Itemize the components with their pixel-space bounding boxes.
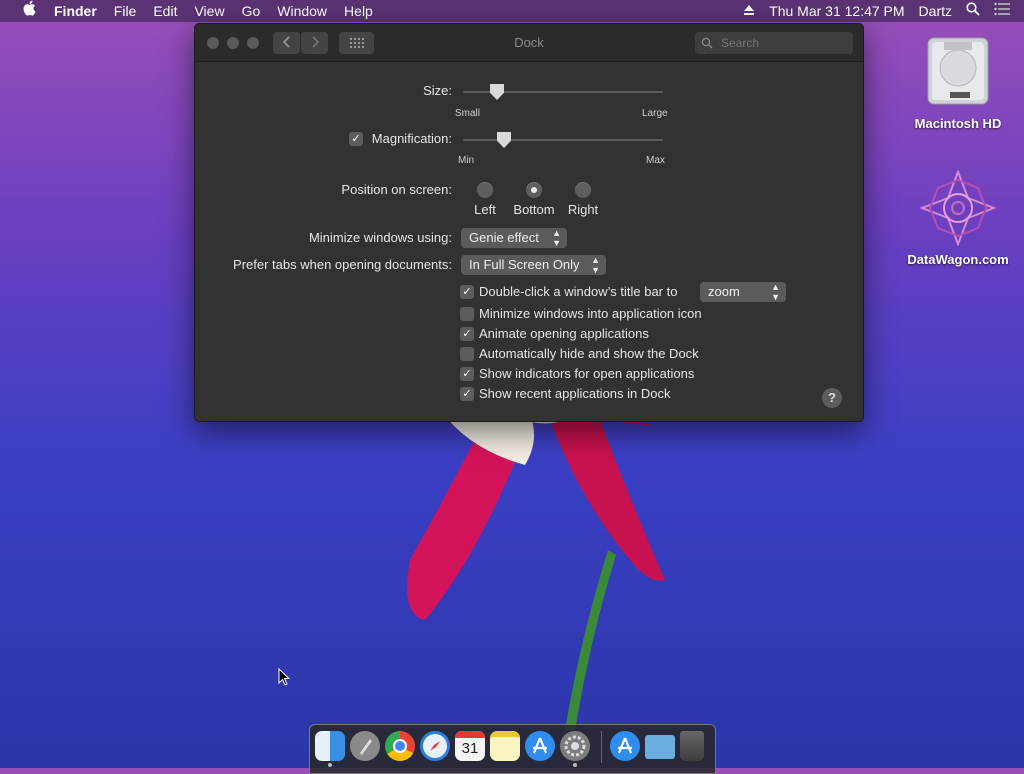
dock-finder-icon[interactable] [315,731,345,761]
dock-launchpad-icon[interactable] [350,731,380,761]
dock-safari-icon[interactable] [420,731,450,761]
position-bottom-radio[interactable] [526,182,542,198]
calendar-date-text: 31 [461,740,479,757]
dock-separator [601,731,602,763]
desktop-icon-label: Macintosh HD [914,116,1002,131]
apple-logo-icon[interactable] [18,0,40,23]
menu-go[interactable]: Go [242,0,261,22]
minimize-effect-value: Genie effect [469,230,539,245]
minimize-into-icon-label: Minimize windows into application icon [479,306,702,321]
minimize-into-icon-checkbox[interactable] [460,307,474,321]
dock-chrome-icon[interactable] [385,731,415,761]
autohide-dock-label: Automatically hide and show the Dock [479,346,699,361]
spotlight-search-icon[interactable] [966,0,980,22]
dock-notes-icon[interactable] [490,731,520,761]
hard-drive-icon [920,34,996,110]
double-click-checkbox[interactable]: ✓ [460,285,474,299]
position-label: Position on screen: [341,182,452,197]
prefer-tabs-value: In Full Screen Only [469,257,580,272]
desktop-icon-datawagon[interactable]: DataWagon.com [903,169,1013,267]
magnification-max-label: Max [646,155,665,166]
menu-bar: Finder File Edit View Go Window Help Thu… [0,0,1024,22]
dock-trash-icon[interactable] [680,731,704,761]
window-titlebar: Dock [195,24,863,62]
dock-preferences-window: Dock Size: Small Large ✓ Magnification: … [194,23,864,422]
minimize-using-label: Minimize windows using: [308,230,452,245]
popup-arrows-icon: ▲ ▼ [771,282,780,302]
mandala-graphic-icon [919,169,997,247]
desktop-icon-macintosh-hd[interactable]: Macintosh HD [903,34,1013,131]
size-label: Size: [423,83,452,98]
position-right-label: Right [567,202,599,217]
running-indicator [573,763,577,767]
menu-app-name[interactable]: Finder [54,0,97,22]
eject-icon[interactable] [743,0,755,22]
search-field[interactable] [695,32,853,54]
dock-recent-app-store-icon[interactable] [610,731,640,761]
size-min-label: Small [455,108,481,119]
search-input[interactable] [719,35,853,51]
size-max-label: Large [642,108,668,119]
menu-file[interactable]: File [114,0,137,22]
prefer-tabs-label: Prefer tabs when opening documents: [233,257,452,272]
dock-system-preferences-icon[interactable] [560,731,590,761]
position-left-radio[interactable] [477,182,493,198]
magnification-min-label: Min [458,155,475,166]
show-recent-apps-checkbox[interactable]: ✓ [460,387,474,401]
autohide-dock-checkbox[interactable] [460,347,474,361]
double-click-label: Double-click a window’s title bar to [479,284,678,299]
dock-downloads-folder-icon[interactable] [645,735,675,759]
dock-calendar-icon[interactable]: 31 [455,731,485,761]
popup-arrows-icon: ▲ ▼ [591,255,600,275]
double-click-action-popup[interactable]: zoom ▲ ▼ [700,282,786,302]
magnification-slider[interactable] [463,139,663,141]
show-indicators-label: Show indicators for open applications [479,366,695,381]
double-click-action-value: zoom [708,284,740,299]
size-slider-thumb[interactable] [490,84,504,100]
menu-help[interactable]: Help [344,0,373,22]
menu-window[interactable]: Window [277,0,327,22]
position-right-radio[interactable] [575,182,591,198]
desktop-icon-label: DataWagon.com [907,252,1009,267]
menubar-clock[interactable]: Thu Mar 31 12:47 PM [769,0,904,22]
magnification-label: Magnification: [371,131,452,146]
search-icon [701,37,713,49]
popup-arrows-icon: ▲ ▼ [552,228,561,248]
notification-center-icon[interactable] [994,0,1010,22]
prefer-tabs-popup[interactable]: In Full Screen Only ▲ ▼ [461,255,606,275]
show-indicators-checkbox[interactable]: ✓ [460,367,474,381]
menubar-user[interactable]: Dartz [919,0,952,22]
show-recent-apps-label: Show recent applications in Dock [479,386,671,401]
help-button[interactable]: ? [822,388,842,408]
animate-apps-checkbox[interactable]: ✓ [460,327,474,341]
mouse-cursor-icon [278,668,290,686]
wallpaper-flower [407,410,665,730]
magnification-slider-thumb[interactable] [497,132,511,148]
animate-apps-label: Animate opening applications [479,326,649,341]
menu-edit[interactable]: Edit [153,0,177,22]
dock-app-store-icon[interactable] [525,731,555,761]
running-indicator [328,763,332,767]
menu-view[interactable]: View [194,0,224,22]
minimize-effect-popup[interactable]: Genie effect ▲ ▼ [461,228,567,248]
dock: 31 [309,724,716,774]
